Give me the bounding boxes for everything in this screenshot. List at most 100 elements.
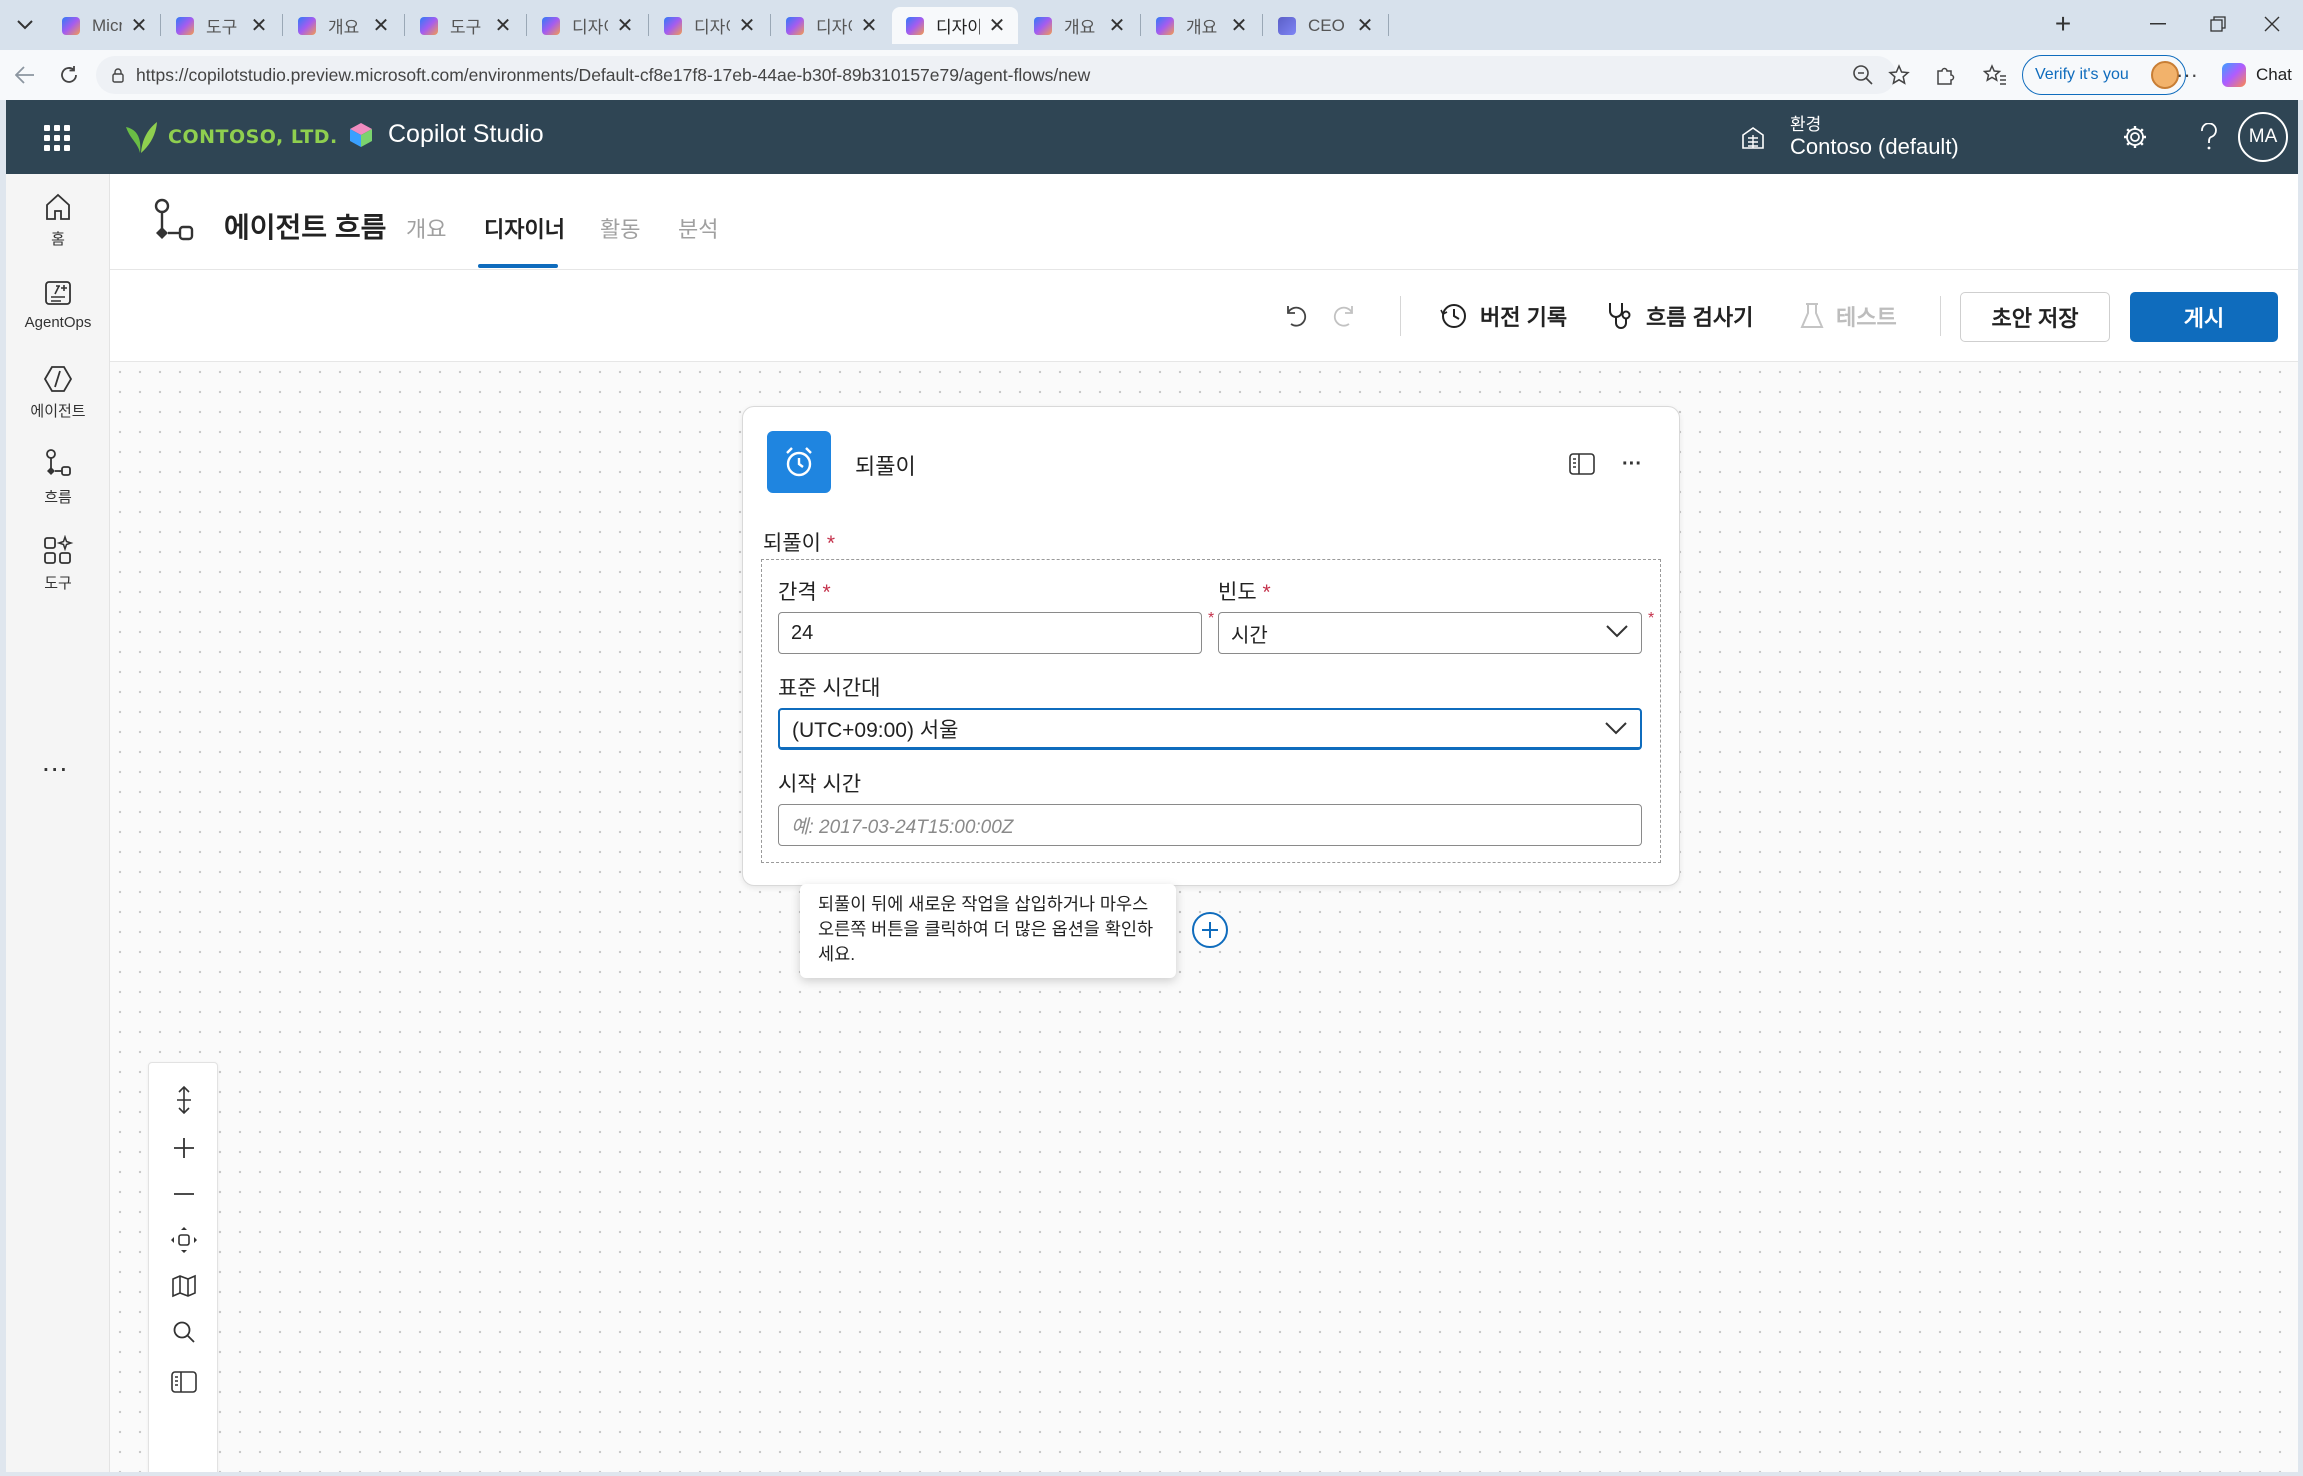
puzzle-icon <box>1937 67 1955 85</box>
publish-button[interactable]: 게시 <box>2130 292 2278 342</box>
rail-more-button[interactable]: ... <box>42 746 68 778</box>
copilot-chat-button[interactable]: Chat <box>2222 60 2292 90</box>
version-history-button[interactable]: 버전 기록 <box>1440 298 1567 334</box>
fit-view-button[interactable] <box>149 1217 219 1263</box>
browser-tab[interactable]: 개요 - CEO Staff ✕ <box>1142 7 1260 44</box>
favorites-bar-button[interactable] <box>1980 60 2010 90</box>
site-info-icon[interactable] <box>110 67 126 83</box>
browser-tab[interactable]: 도구 - CEO Staff ✕ <box>162 7 280 44</box>
close-tab-icon[interactable]: ✕ <box>736 13 758 38</box>
question-mark-icon <box>2201 123 2217 150</box>
rail-item-agentops[interactable]: AgentOps <box>6 276 110 346</box>
browser-menu-button[interactable]: ··· <box>2172 60 2202 90</box>
help-button[interactable] <box>2192 120 2226 154</box>
url-field[interactable]: https://copilotstudio.preview.microsoft.… <box>96 56 1896 94</box>
copilot-favicon-icon <box>420 16 438 35</box>
minus-icon <box>174 1193 194 1195</box>
close-tab-icon[interactable]: ✕ <box>492 13 514 38</box>
chevron-down-icon <box>1606 625 1628 638</box>
panel-icon <box>1569 453 1595 475</box>
browser-tab-bar: Microsoft Copilo ✕ 도구 - CEO Staff ✕ 개요 -… <box>0 0 2303 50</box>
browser-tab[interactable]: 디자이너 - Micro ✕ <box>650 7 768 44</box>
user-avatar[interactable]: MA <box>2238 112 2288 162</box>
close-tab-icon[interactable]: ✕ <box>1354 13 1376 38</box>
rail-item-flows[interactable]: 흐름 <box>6 448 110 518</box>
recurrence-fields-group: 간격 * 24 * 빈도 * 시간 * 표준 시간대 (UTC+09:00) 서… <box>761 559 1661 863</box>
favorite-button[interactable] <box>1884 60 1914 90</box>
recurrence-section-label: 되풀이 * <box>763 532 835 555</box>
start-time-input[interactable]: 예: 2017-03-24T15:00:00Z <box>778 804 1642 846</box>
history-icon <box>1440 302 1468 330</box>
copilot-icon <box>2222 63 2246 87</box>
close-tab-icon[interactable]: ✕ <box>370 13 392 38</box>
insert-step-button[interactable] <box>1192 912 1228 948</box>
zoom-out-button[interactable] <box>149 1171 219 1217</box>
tab-list-button[interactable] <box>8 8 42 42</box>
browser-tab[interactable]: CEO Staff | Micro ✕ <box>1264 7 1386 44</box>
timezone-dropdown[interactable]: (UTC+09:00) 서울 <box>778 708 1642 750</box>
plus-icon: + <box>2054 8 2072 39</box>
rail-item-agents[interactable]: 에이전트 <box>6 362 110 432</box>
close-tab-icon[interactable]: ✕ <box>858 13 880 38</box>
flow-checker-button[interactable]: 흐름 검사기 <box>1606 298 1753 334</box>
close-tab-icon[interactable]: ✕ <box>986 13 1008 38</box>
settings-button[interactable] <box>2118 120 2152 154</box>
close-tab-icon[interactable]: ✕ <box>614 13 636 38</box>
minimize-button[interactable] <box>2128 4 2188 44</box>
start-time-label: 시작 시간 <box>778 773 862 796</box>
extensions-button[interactable] <box>1930 60 1960 90</box>
close-tab-icon[interactable]: ✕ <box>248 13 270 38</box>
new-tab-button[interactable]: + <box>2046 8 2080 42</box>
zoom-in-button[interactable] <box>149 1125 219 1171</box>
tab-activity[interactable]: 활동 <box>600 212 640 244</box>
redo-icon <box>1333 306 1353 327</box>
back-button[interactable] <box>8 58 42 92</box>
frequency-label: 빈도 * <box>1218 581 1271 604</box>
close-tab-icon[interactable]: ✕ <box>1106 13 1128 38</box>
browser-tab[interactable]: 디자이너 - Micro ✕ <box>772 7 890 44</box>
test-button[interactable]: 테스트 <box>1800 298 1897 334</box>
fit-height-button[interactable] <box>149 1077 219 1123</box>
zoom-indicator-button[interactable] <box>1848 60 1878 90</box>
arrow-left-icon <box>15 66 34 84</box>
more-icon: ··· <box>1622 452 1642 475</box>
product-name[interactable]: Copilot Studio <box>348 120 544 149</box>
toggle-panel-button[interactable] <box>149 1359 219 1405</box>
more-icon: ... <box>42 746 69 777</box>
rail-item-tools[interactable]: 도구 <box>6 534 110 604</box>
beaker-icon <box>1800 302 1824 330</box>
tab-overview[interactable]: 개요 <box>406 212 446 244</box>
frequency-dropdown[interactable]: 시간 <box>1218 612 1642 654</box>
save-draft-button[interactable]: 초안 저장 <box>1960 292 2110 342</box>
canvas-search-button[interactable] <box>149 1309 219 1355</box>
browser-tab-active[interactable]: 디자이너 - Micro ✕ <box>892 7 1018 44</box>
verify-profile-button[interactable]: Verify it's you <box>2022 55 2186 95</box>
recurrence-trigger-card[interactable]: 되풀이 ··· 되풀이 * 간격 * 24 * 빈도 * 시간 * 표준 시간대… <box>742 406 1680 886</box>
alarm-clock-icon <box>786 447 812 477</box>
designer-canvas[interactable]: 되풀이 ··· 되풀이 * 간격 * 24 * 빈도 * 시간 * 표준 시간대… <box>110 362 2298 1472</box>
map-icon <box>172 1274 196 1298</box>
undo-button[interactable] <box>1280 300 1312 332</box>
redo-button[interactable] <box>1328 300 1360 332</box>
browser-tab[interactable]: 디자이너 - Micro ✕ <box>528 7 646 44</box>
agent-flow-icon <box>154 198 194 241</box>
browser-tab[interactable]: 개요 - Microsoft ✕ <box>284 7 402 44</box>
refresh-button[interactable] <box>52 58 86 92</box>
interval-label: 간격 * <box>778 581 831 604</box>
rail-item-home[interactable]: 홈 <box>6 190 110 260</box>
close-window-button[interactable] <box>2242 4 2302 44</box>
interval-input[interactable]: 24 <box>778 612 1202 654</box>
close-tab-icon[interactable]: ✕ <box>1228 13 1250 38</box>
app-launcher-icon[interactable] <box>44 125 70 151</box>
undo-icon <box>1287 306 1307 327</box>
tab-analytics[interactable]: 분석 <box>678 212 718 244</box>
collapse-panel-button[interactable] <box>1567 449 1597 479</box>
close-tab-icon[interactable]: ✕ <box>128 13 150 38</box>
minimap-button[interactable] <box>149 1263 219 1309</box>
card-more-button[interactable]: ··· <box>1617 449 1647 479</box>
browser-tab[interactable]: Microsoft Copilo ✕ <box>48 7 160 44</box>
tab-designer[interactable]: 디자이너 <box>484 212 565 244</box>
restore-button[interactable] <box>2188 4 2248 44</box>
browser-tab[interactable]: 개요 - CEO Staff ✕ <box>1020 7 1138 44</box>
browser-tab[interactable]: 도구 - CEO Staff ✕ <box>406 7 524 44</box>
